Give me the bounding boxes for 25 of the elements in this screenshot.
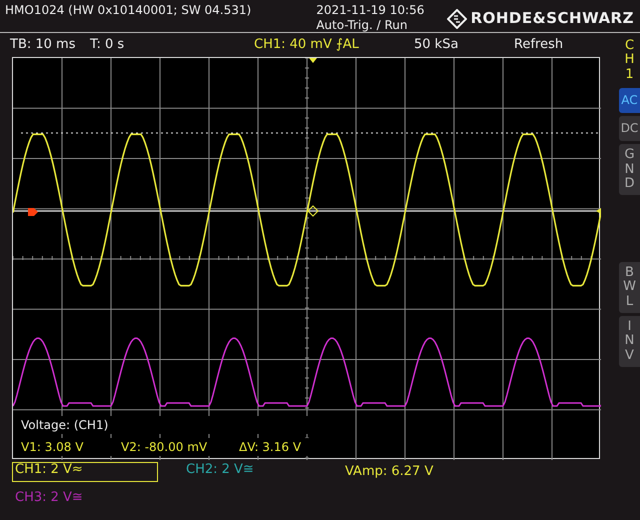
channel-setting[interactable]: CH1: 2 V≈ [12, 462, 158, 482]
trigger-point-icon [307, 205, 319, 217]
side-button[interactable]: AC [619, 88, 640, 114]
side-button[interactable]: BWL [619, 262, 640, 314]
side-button[interactable]: GND [619, 144, 640, 196]
amplitude-readout: VAmp: 6.27 V [345, 463, 434, 481]
channel-setting[interactable]: CH3: 2 V≅ [12, 490, 158, 506]
reference-marker-icon [28, 208, 38, 216]
side-button[interactable]: INV [619, 316, 640, 367]
brand-name: ROHDE&SCHWARZ [470, 8, 634, 30]
trigger-level-icon [596, 208, 601, 214]
side-button[interactable]: DC [619, 116, 640, 142]
sample-rate: 50 kSa [414, 36, 460, 54]
trigger-status: Auto-Trig. / Run [316, 18, 408, 33]
timebase: TB: 10 ms [10, 36, 76, 54]
acquisition-mode: Refresh [514, 36, 564, 54]
trigger-position-icon [309, 58, 317, 63]
trigger-time: T: 0 s [90, 36, 126, 54]
device-info: HMO1024 (HW 0x10140001; SW 04.531) [5, 3, 252, 19]
date-time: 2021-11-19 10:56 [316, 3, 424, 18]
trigger-setting: CH1: 40 mV ⨍AL [254, 36, 360, 54]
channel-label: CH1 [624, 39, 636, 82]
cursor-line[interactable] [20, 132, 600, 134]
channel-setting[interactable]: CH2: 2 V≅ [183, 462, 329, 482]
brand-logo-icon [447, 8, 468, 28]
